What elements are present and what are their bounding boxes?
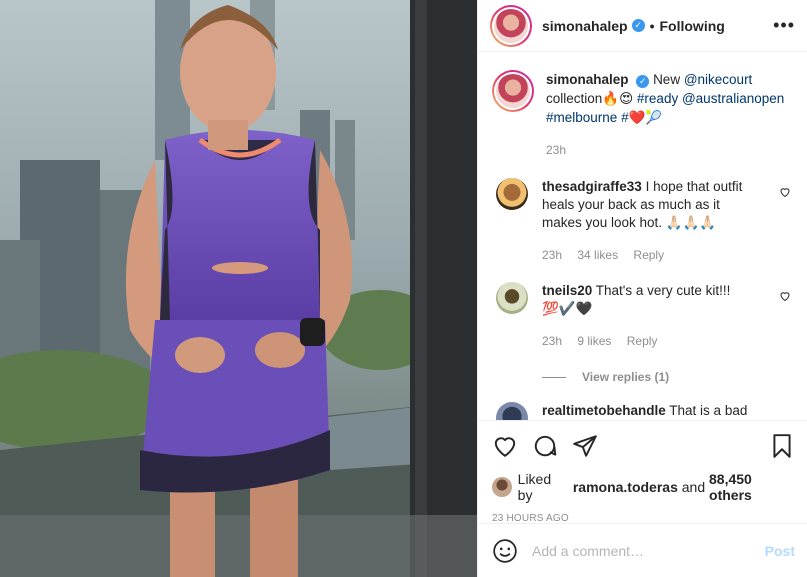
header-separator: • <box>649 17 655 34</box>
comment-reply-button[interactable]: Reply <box>627 334 658 348</box>
view-replies-button[interactable]: View replies (1) <box>542 370 791 384</box>
comment-likes[interactable]: 9 likes <box>577 334 611 348</box>
verified-badge-icon: ✓ <box>636 75 650 88</box>
comment-item: realtimetobehandle That is a bad <box>492 402 791 420</box>
comment-time[interactable]: 23h <box>542 248 562 262</box>
caption-avatar[interactable] <box>492 70 534 112</box>
save-bookmark-icon[interactable] <box>769 433 795 459</box>
more-options-icon[interactable]: ••• <box>773 15 795 36</box>
caption-text: New <box>653 72 684 87</box>
caption-hashtag-melbourne[interactable]: #melbourne <box>546 110 617 125</box>
like-heart-icon[interactable] <box>492 433 518 459</box>
author-username[interactable]: simonahalep <box>542 18 628 34</box>
post-actions: Liked by ramona.toderas and 88,450 other… <box>478 420 807 524</box>
caption-time[interactable]: 23h <box>546 143 566 157</box>
comment-reply-button[interactable]: Reply <box>633 248 664 262</box>
liked-by-avatar[interactable] <box>492 477 512 497</box>
comment-username[interactable]: thesadgiraffe33 <box>542 179 642 194</box>
comments-list[interactable]: simonahalep ✓ New @nikecourt collection🔥… <box>478 62 807 420</box>
comment-bubble-icon[interactable] <box>532 433 558 459</box>
caption-hashtag-tail[interactable]: # <box>621 110 629 125</box>
caption-mention-nikecourt[interactable]: @nikecourt <box>684 72 752 87</box>
view-replies-line <box>542 376 566 378</box>
comment-meta: 23h 34 likes Reply <box>542 246 757 264</box>
liked-by-mid: and <box>681 479 706 495</box>
liked-by-count[interactable]: 88,450 others <box>709 471 797 503</box>
add-comment-input[interactable] <box>532 542 765 559</box>
post-header: simonahalep ✓ • Following ••• <box>478 0 807 52</box>
comment-time[interactable]: 23h <box>542 334 562 348</box>
comment-composer: Post <box>478 523 807 577</box>
share-paper-plane-icon[interactable] <box>572 433 598 459</box>
comment-likes[interactable]: 34 likes <box>577 248 618 262</box>
post-image <box>0 0 477 577</box>
liked-by-summary: Liked by ramona.toderas and 88,450 other… <box>492 471 797 503</box>
view-replies-label: View replies (1) <box>582 370 670 384</box>
post-photo[interactable] <box>0 0 477 577</box>
following-button[interactable]: Following <box>660 18 725 34</box>
post-caption: simonahalep ✓ New @nikecourt collection🔥… <box>492 70 791 160</box>
comment-text: That is a bad <box>669 403 748 418</box>
caption-emoji: ❤️🎾 <box>628 110 663 125</box>
comment-like-icon[interactable] <box>779 290 791 302</box>
comment-username[interactable]: realtimetobehandle <box>542 403 666 418</box>
commenter-avatar[interactable] <box>496 402 528 420</box>
caption-hashtag-ready[interactable]: #ready <box>637 91 678 106</box>
emoji-icon[interactable] <box>492 538 518 564</box>
liked-by-user[interactable]: ramona.toderas <box>573 479 678 495</box>
commenter-avatar[interactable] <box>496 178 528 210</box>
comment-like-icon[interactable] <box>779 186 791 198</box>
post-comment-button[interactable]: Post <box>765 543 795 559</box>
verified-badge-icon: ✓ <box>631 19 645 32</box>
liked-by-prefix: Liked by <box>517 471 552 503</box>
caption-meta: 23h <box>546 141 791 160</box>
comment-meta: 23h 9 likes Reply <box>542 332 757 350</box>
caption-username[interactable]: simonahalep <box>546 72 629 87</box>
author-avatar[interactable] <box>490 4 532 47</box>
comment-item: tneils20 That's a very cute kit!!!💯✔️🖤 2… <box>492 282 791 350</box>
commenter-avatar[interactable] <box>496 282 528 314</box>
caption-text-mid: collection🔥😍 <box>546 91 637 106</box>
comment-item: thesadgiraffe33 I hope that outfit heals… <box>492 178 791 264</box>
comment-username[interactable]: tneils20 <box>542 283 592 298</box>
caption-mention-australianopen[interactable]: @australianopen <box>682 91 784 106</box>
post-detail-panel: simonahalep ✓ • Following ••• simonahale… <box>477 0 807 577</box>
